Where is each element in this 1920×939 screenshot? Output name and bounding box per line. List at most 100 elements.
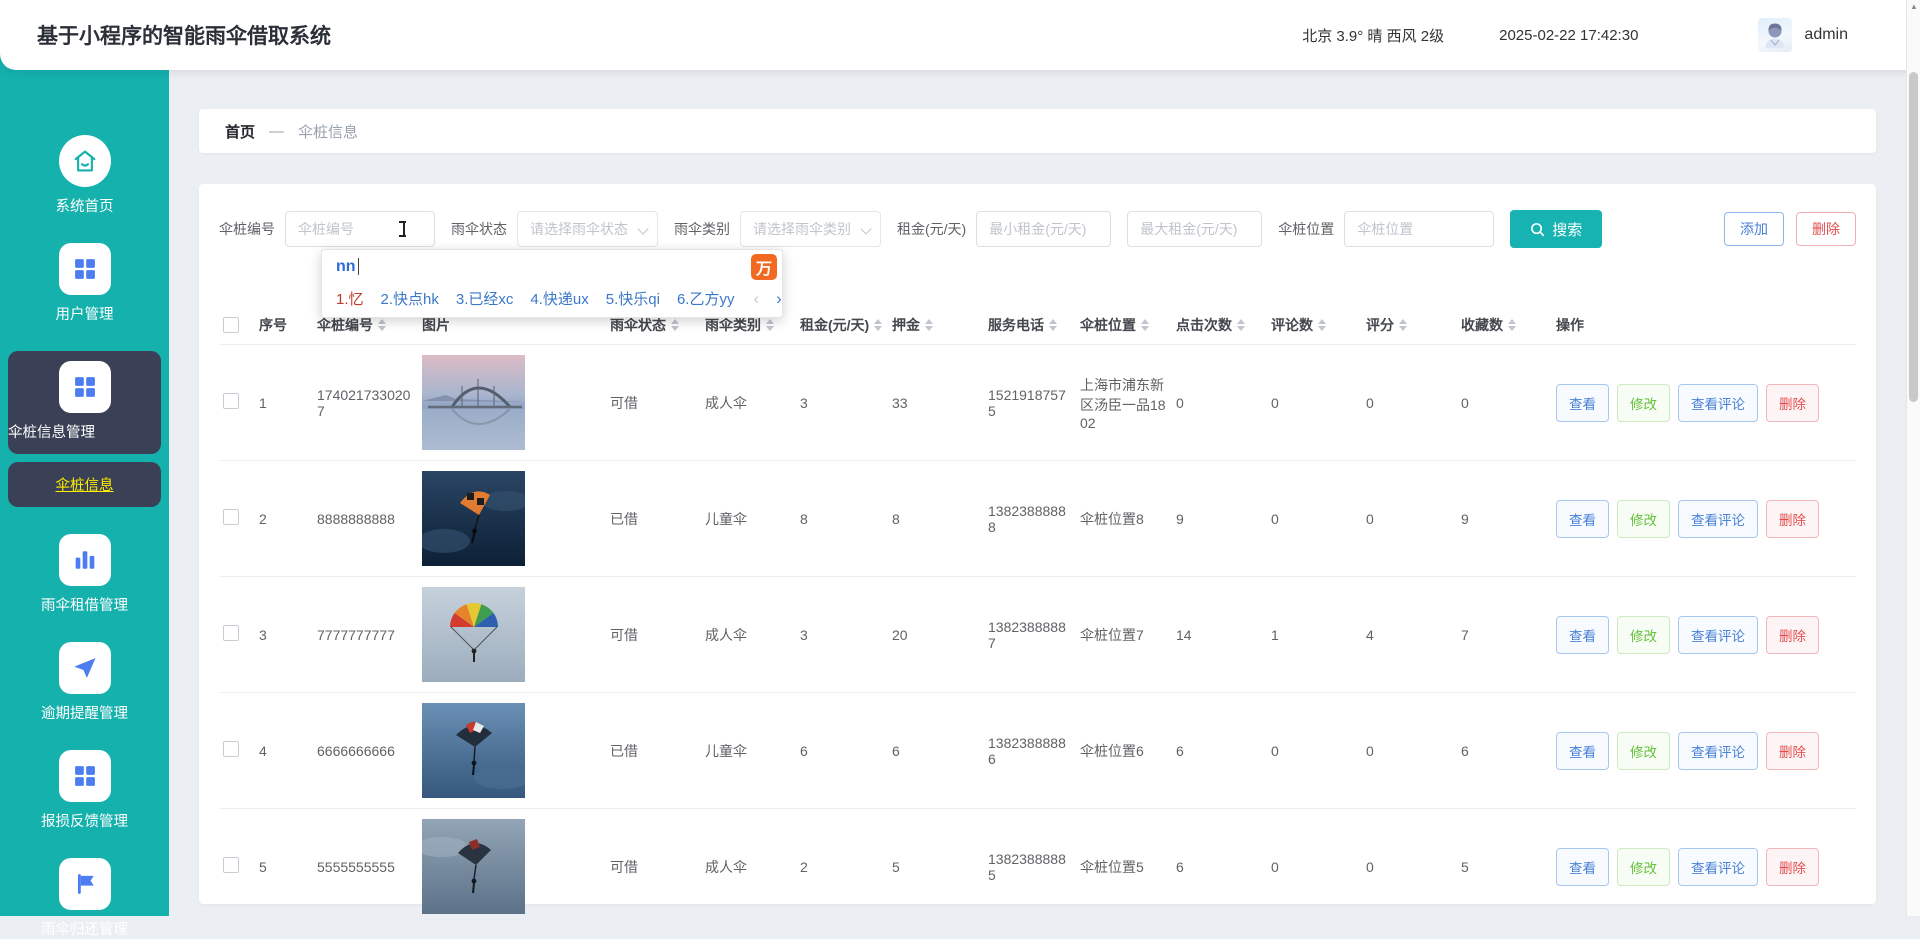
main-content: 首页 — 伞桩信息 伞桩编号 雨伞状态 请选择雨伞状态 雨伞类别 请选择雨伞类别… (169, 70, 1906, 916)
cell-clicks: 6 (1176, 743, 1271, 759)
sort-icon[interactable] (1399, 319, 1407, 331)
page-scrollbar[interactable]: ▲ (1906, 0, 1920, 916)
sidebar: 系统首页 用户管理 伞桩信息管理 伞桩信息 雨伞租借管理 (0, 0, 169, 916)
cell-phone: 13823888888 (988, 503, 1080, 535)
cell-deposit: 20 (892, 627, 988, 643)
ime-candidate[interactable]: 5.快乐qi (606, 288, 660, 309)
edit-button[interactable]: 修改 (1617, 732, 1670, 770)
ime-candidates: 1.忆 2.快点hk 3.已经xc 4.快递ux 5.快乐qi 6.乙方yy ‹… (322, 283, 782, 317)
delete-row-button[interactable]: 删除 (1766, 616, 1819, 654)
sort-icon[interactable] (874, 319, 882, 331)
edit-button[interactable]: 修改 (1617, 500, 1670, 538)
scrollbar-thumb[interactable] (1909, 72, 1918, 402)
table-row: 4 6666666666 (219, 693, 1856, 809)
umbrella-status-select[interactable]: 请选择雨伞状态 (517, 211, 658, 247)
pile-code-label: 伞桩编号 (219, 219, 275, 239)
select-all-checkbox[interactable] (223, 317, 239, 333)
cell-clicks: 14 (1176, 627, 1271, 643)
row-checkbox[interactable] (223, 741, 239, 757)
datetime-text: 2025-02-22 17:42:30 (1499, 27, 1638, 44)
view-button[interactable]: 查看 (1556, 732, 1609, 770)
ime-candidate[interactable]: 4.快递ux (530, 288, 588, 309)
view-comments-button[interactable]: 查看评论 (1678, 732, 1758, 770)
cell-deposit: 5 (892, 859, 988, 875)
sort-icon[interactable] (1141, 319, 1149, 331)
row-checkbox[interactable] (223, 625, 239, 641)
cell-rent: 6 (800, 743, 892, 759)
rent-min-input[interactable] (976, 211, 1111, 247)
view-comments-button[interactable]: 查看评论 (1678, 848, 1758, 886)
sidebar-item-pile-info-mgmt[interactable]: 伞桩信息管理 (8, 351, 161, 454)
grid-icon (59, 243, 111, 295)
avatar[interactable] (1758, 18, 1792, 52)
cell-deposit: 6 (892, 743, 988, 759)
ime-candidate[interactable]: 3.已经xc (456, 288, 514, 309)
ime-logo-icon[interactable]: 万 (751, 254, 777, 280)
cell-favorites: 5 (1461, 859, 1556, 875)
sort-icon[interactable] (1049, 319, 1057, 331)
sidebar-item-return-mgmt[interactable]: 雨伞归还管理 (0, 858, 169, 939)
edit-button[interactable]: 修改 (1617, 848, 1670, 886)
delete-row-button[interactable]: 删除 (1766, 384, 1819, 422)
app-title: 基于小程序的智能雨伞借取系统 (37, 20, 331, 50)
view-button[interactable]: 查看 (1556, 384, 1609, 422)
ime-candidate[interactable]: 6.乙方yy (677, 288, 735, 309)
sidebar-item-damage-feedback-mgmt[interactable]: 报损反馈管理 (0, 750, 169, 831)
bar-chart-icon (59, 534, 111, 586)
view-button[interactable]: 查看 (1556, 500, 1609, 538)
pile-code-input[interactable] (285, 211, 435, 247)
ime-next-page-icon[interactable]: › (776, 289, 782, 309)
sidebar-subitem-pile-info[interactable]: 伞桩信息 (8, 462, 161, 507)
top-header: 基于小程序的智能雨伞借取系统 北京 3.9° 晴 西风 2级 2025-02-2… (0, 0, 1920, 70)
cell-phone: 13823888887 (988, 619, 1080, 651)
scrollbar-up-arrow[interactable]: ▲ (1907, 2, 1920, 11)
view-button[interactable]: 查看 (1556, 616, 1609, 654)
view-comments-button[interactable]: 查看评论 (1678, 616, 1758, 654)
edit-button[interactable]: 修改 (1617, 616, 1670, 654)
cell-no: 3 (259, 627, 317, 643)
view-button[interactable]: 查看 (1556, 848, 1609, 886)
sort-icon[interactable] (1318, 319, 1326, 331)
search-button[interactable]: 搜索 (1510, 210, 1602, 248)
cell-clicks: 0 (1176, 395, 1271, 411)
row-checkbox[interactable] (223, 393, 239, 409)
cell-location: 上海市浦东新区汤臣一品1802 (1080, 375, 1176, 431)
delete-button[interactable]: 删除 (1796, 212, 1856, 246)
sort-icon[interactable] (925, 319, 933, 331)
view-comments-button[interactable]: 查看评论 (1678, 384, 1758, 422)
add-button[interactable]: 添加 (1724, 212, 1784, 246)
ime-prev-page-icon[interactable]: ‹ (753, 289, 759, 309)
sidebar-item-label: 逾期提醒管理 (0, 702, 169, 723)
sort-icon[interactable] (671, 319, 679, 331)
ime-candidate[interactable]: 2.快点hk (381, 288, 439, 309)
view-comments-button[interactable]: 查看评论 (1678, 500, 1758, 538)
rent-label: 租金(元/天) (897, 219, 966, 239)
username-text[interactable]: admin (1804, 26, 1848, 44)
ime-candidate[interactable]: 1.忆 (336, 288, 364, 309)
sort-icon[interactable] (378, 319, 386, 331)
sidebar-item-home[interactable]: 系统首页 (0, 135, 169, 216)
delete-row-button[interactable]: 删除 (1766, 732, 1819, 770)
weather-text: 北京 3.9° 晴 西风 2级 (1302, 25, 1444, 46)
delete-row-button[interactable]: 删除 (1766, 500, 1819, 538)
ime-popup: nn 万 1.忆 2.快点hk 3.已经xc 4.快递ux 5.快乐qi 6.乙… (321, 249, 783, 318)
umbrella-type-select[interactable]: 请选择雨伞类别 (740, 211, 881, 247)
delete-row-button[interactable]: 删除 (1766, 848, 1819, 886)
sidebar-item-rental-mgmt[interactable]: 雨伞租借管理 (0, 534, 169, 615)
edit-button[interactable]: 修改 (1617, 384, 1670, 422)
cell-phone: 13823888885 (988, 851, 1080, 883)
rent-max-input[interactable] (1127, 211, 1262, 247)
cell-type: 成人伞 (705, 857, 800, 877)
sidebar-item-users[interactable]: 用户管理 (0, 243, 169, 324)
cell-clicks: 9 (1176, 511, 1271, 527)
sort-icon[interactable] (1508, 319, 1516, 331)
breadcrumb-home[interactable]: 首页 (225, 121, 255, 142)
sort-icon[interactable] (1237, 319, 1245, 331)
row-checkbox[interactable] (223, 857, 239, 873)
sort-icon[interactable] (766, 319, 774, 331)
cell-no: 2 (259, 511, 317, 527)
row-checkbox[interactable] (223, 509, 239, 525)
pile-location-input[interactable] (1344, 211, 1494, 247)
sidebar-item-overdue-mgmt[interactable]: 逾期提醒管理 (0, 642, 169, 723)
cell-no: 5 (259, 859, 317, 875)
